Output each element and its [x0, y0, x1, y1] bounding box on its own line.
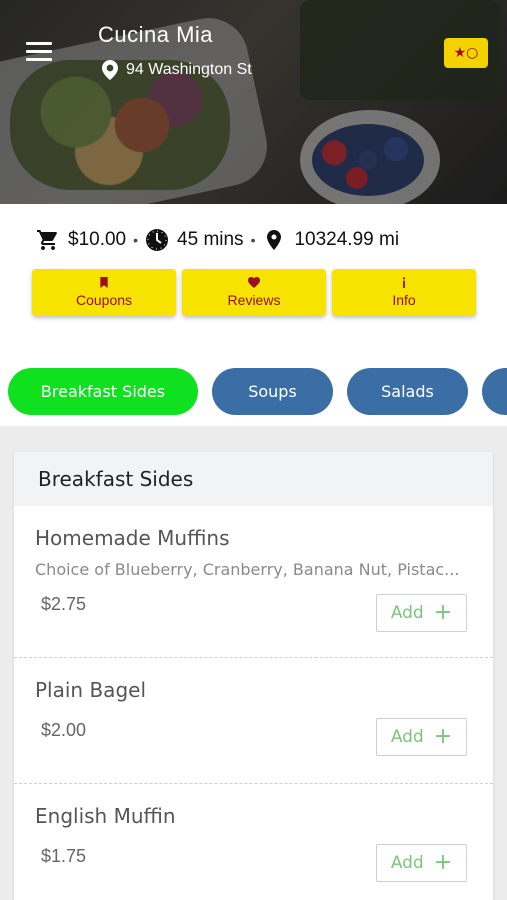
bookmark-icon: [99, 277, 109, 289]
tab-coupons[interactable]: Coupons: [32, 269, 176, 316]
delivery-time: 45 mins: [177, 229, 244, 250]
add-button[interactable]: Add +: [376, 718, 467, 756]
tab-info[interactable]: Info: [332, 269, 476, 316]
clock-icon: [146, 229, 169, 251]
tab-coupons-label: Coupons: [75, 292, 133, 308]
tab-reviews[interactable]: Reviews: [182, 269, 326, 316]
item-name: English Muffin: [35, 804, 176, 828]
restaurant-address: 94 Washington St: [102, 60, 252, 80]
hero-banner: Cucina Mia 94 Washington St ★○: [0, 0, 507, 204]
item-price: $2.00: [41, 720, 87, 740]
plus-icon: +: [433, 850, 453, 875]
add-button[interactable]: Add +: [376, 594, 467, 632]
tab-reviews-label: Reviews: [227, 292, 281, 308]
heart-icon: [248, 277, 260, 289]
add-label: Add: [390, 727, 424, 747]
restaurant-name: Cucina Mia: [98, 22, 214, 47]
location-pin-icon: [102, 60, 118, 80]
location-pin-icon: [267, 230, 282, 250]
star-circle-icon: ★○: [453, 45, 479, 61]
item-name: Plain Bagel: [35, 678, 146, 702]
hamburger-menu-icon[interactable]: [26, 42, 52, 62]
info-icon: [402, 277, 406, 289]
item-price: $2.75: [41, 594, 87, 614]
restaurant-screen: Cucina Mia 94 Washington St ★○ $10.00 • …: [0, 0, 507, 900]
plus-icon: +: [433, 724, 453, 749]
menu-item[interactable]: Homemade Muffins Choice of Blueberry, Cr…: [14, 506, 493, 658]
minimum-order: $10.00: [68, 229, 127, 250]
item-price: $1.75: [41, 846, 87, 866]
distance: 10324.99 mi: [294, 229, 400, 250]
add-label: Add: [390, 603, 424, 623]
menu-item[interactable]: English Muffin $1.75 Add +: [14, 784, 493, 900]
address-text: 94 Washington St: [126, 61, 252, 78]
item-description: Choice of Blueberry, Cranberry, Banana N…: [35, 560, 460, 579]
tab-info-label: Info: [392, 292, 416, 308]
delivery-meta: $10.00 • 45 mins • 10324.99 mi: [36, 228, 399, 252]
info-tabs: Coupons Reviews Info: [32, 269, 476, 316]
menu-section: Breakfast Sides Homemade Muffins Choice …: [14, 452, 493, 900]
cart-icon: [37, 230, 57, 250]
favorite-button[interactable]: ★○: [444, 38, 488, 68]
category-breakfast-sides[interactable]: Breakfast Sides: [8, 368, 198, 415]
section-title: Breakfast Sides: [14, 452, 493, 506]
category-next[interactable]: [482, 368, 507, 415]
item-name: Homemade Muffins: [35, 526, 230, 550]
category-soups[interactable]: Soups: [212, 368, 333, 415]
add-label: Add: [390, 853, 424, 873]
category-chips: Breakfast Sides Soups Salads: [8, 368, 507, 415]
restaurant-info-card: $10.00 • 45 mins • 10324.99 mi Coupons R…: [0, 204, 507, 426]
separator: •: [133, 232, 139, 248]
menu-item[interactable]: Plain Bagel $2.00 Add +: [14, 658, 493, 784]
separator: •: [250, 232, 256, 248]
add-button[interactable]: Add +: [376, 844, 467, 882]
plus-icon: +: [433, 600, 453, 625]
category-salads[interactable]: Salads: [347, 368, 468, 415]
